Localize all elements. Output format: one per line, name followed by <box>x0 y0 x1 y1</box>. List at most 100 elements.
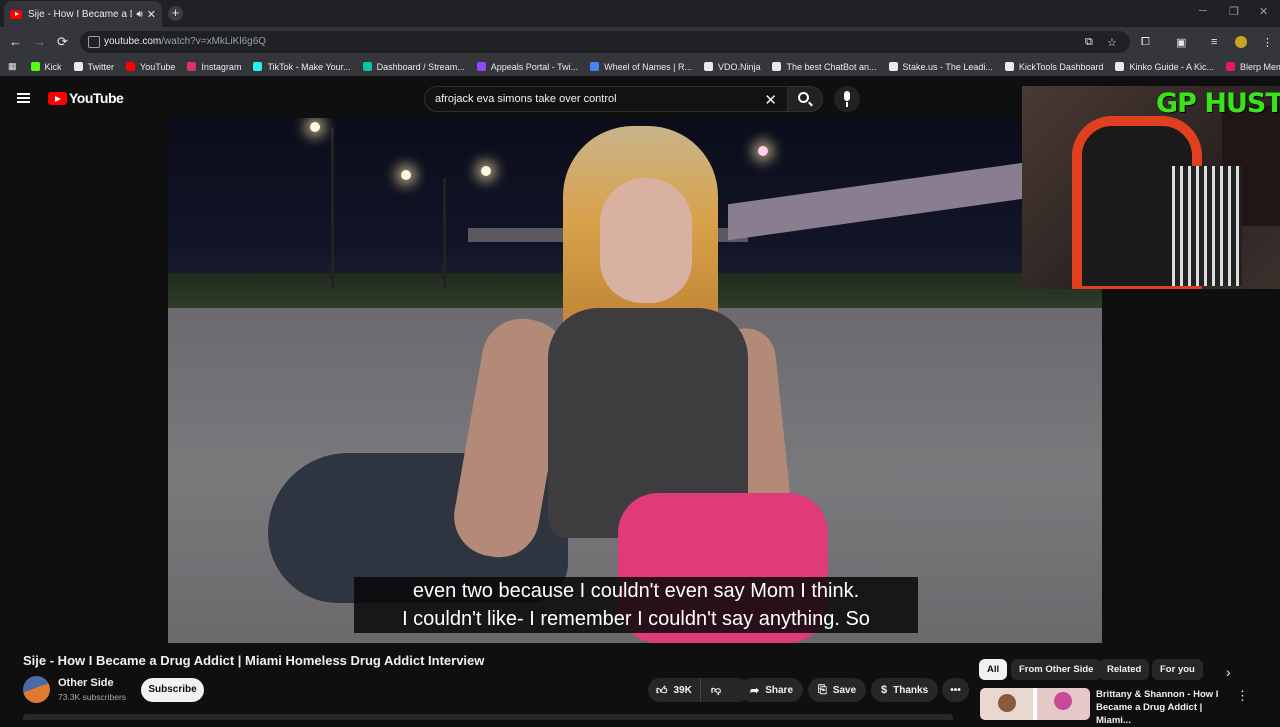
voice-search-icon[interactable] <box>834 86 860 112</box>
chip-from-channel[interactable]: From Other Side <box>1011 659 1102 680</box>
youtube-favicon-icon <box>10 9 22 19</box>
site-info-icon[interactable] <box>88 36 100 48</box>
more-actions-button[interactable]: ••• <box>942 678 969 702</box>
bookmark-item[interactable]: Wheel of Names | R... <box>590 62 692 72</box>
search-input[interactable]: afrojack eva simons take over control <box>435 93 617 105</box>
bookmark-item[interactable]: Kick <box>30 61 62 72</box>
media-control-icon[interactable]: ≡ <box>1211 36 1217 48</box>
apps-grid-icon[interactable]: ▦ <box>8 61 17 72</box>
recommended-video-title[interactable]: Brittany & Shannon - How I Became a Drug… <box>1096 688 1231 727</box>
street-lamp <box>401 170 411 180</box>
street-lamp <box>481 166 491 176</box>
bookmark-item[interactable]: Blerp Memes | Best... <box>1226 62 1280 72</box>
browser-toolbar: ← → ⟳ youtube.com/watch?v=xMkLiKl6g6Q ⧉ … <box>0 27 1280 57</box>
channel-name[interactable]: Other Side <box>58 677 114 689</box>
menu-icon[interactable] <box>17 93 30 103</box>
dislike-button[interactable]: 👎︎ <box>701 684 731 696</box>
share-button[interactable]: ➦ Share <box>740 678 804 702</box>
chip-for-you[interactable]: For you <box>1152 659 1203 680</box>
bookmark-item[interactable]: Instagram <box>187 62 241 72</box>
like-dislike-group: 👍︎ 39K 👎︎ <box>648 678 750 702</box>
chip-related[interactable]: Related <box>1099 659 1150 680</box>
description-panel-edge <box>23 714 953 720</box>
bookmark-favicon-icon <box>30 62 40 71</box>
bookmark-label: KickTools Dashboard <box>1018 61 1104 72</box>
tab-close-icon[interactable]: ✕ <box>147 8 156 21</box>
bookmark-label: Instagram <box>201 61 242 72</box>
bookmark-item[interactable]: The best ChatBot an... <box>772 62 877 72</box>
bookmark-label: Wheel of Names | R... <box>604 61 692 72</box>
bookmark-favicon-icon <box>703 62 713 71</box>
window-close-button[interactable]: ✕ <box>1259 5 1268 18</box>
thumbnail-face <box>998 694 1016 712</box>
url-text[interactable]: youtube.com/watch?v=xMkLiKl6g6Q <box>104 36 266 47</box>
bookmark-label: Kick <box>44 61 62 72</box>
bookmark-item[interactable]: YouTube <box>126 62 175 72</box>
url-path: /watch?v=xMkLiKl6g6Q <box>161 36 267 47</box>
striped-cloth <box>1172 166 1242 286</box>
like-count: 39K <box>673 684 692 696</box>
reload-button[interactable]: ⟳ <box>57 34 68 50</box>
thanks-button[interactable]: $ Thanks <box>871 678 939 702</box>
install-app-icon[interactable]: ⧉ <box>1085 36 1093 49</box>
chevron-right-icon[interactable]: › <box>1226 664 1231 680</box>
search-button[interactable] <box>787 86 823 112</box>
restore-button[interactable]: ❐ <box>1229 5 1239 18</box>
forward-button[interactable]: → <box>33 34 46 49</box>
new-tab-button[interactable]: + <box>168 6 183 21</box>
bookmark-star-icon[interactable]: ☆ <box>1107 36 1117 49</box>
thanks-label: Thanks <box>893 684 929 696</box>
address-bar[interactable]: youtube.com/watch?v=xMkLiKl6g6Q <box>80 31 1130 53</box>
bookmark-label: Stake.us - The Leadi... <box>902 61 993 72</box>
bookmark-item[interactable]: Appeals Portal - Twi... <box>476 62 578 72</box>
audio-playing-icon[interactable]: 🔊︎ <box>136 9 142 20</box>
search-box[interactable]: afrojack eva simons take over control ✕ <box>424 86 788 112</box>
street-lamp <box>758 146 768 156</box>
browser-tab[interactable]: Sije - How I Became a Drug 🔊︎ ✕ <box>4 1 162 27</box>
youtube-logo-text[interactable]: YouTube <box>69 90 124 106</box>
thanks-icon: $ <box>881 684 888 696</box>
bookmark-favicon-icon <box>73 62 83 71</box>
bookmark-label: Twitter <box>87 61 115 72</box>
youtube-logo-icon[interactable] <box>48 92 67 105</box>
minimize-button[interactable]: ─ <box>1199 5 1207 17</box>
bookmark-item[interactable]: Stake.us - The Leadi... <box>888 61 993 72</box>
person-face <box>600 178 692 303</box>
share-icon: ➦ <box>750 684 760 697</box>
clear-search-icon[interactable]: ✕ <box>764 91 777 109</box>
thumbs-down-icon: 👎︎ <box>710 685 722 696</box>
back-button[interactable]: ← <box>9 34 22 49</box>
profile-avatar[interactable] <box>1235 36 1247 48</box>
bookmark-favicon-icon <box>1226 62 1236 71</box>
bookmark-icon: ⎘ <box>818 683 827 696</box>
lamp-pole <box>443 178 446 288</box>
channel-avatar[interactable] <box>23 676 50 703</box>
bookmark-favicon-icon <box>1004 62 1014 71</box>
recommended-more-icon[interactable]: ⋮ <box>1236 688 1249 704</box>
bookmark-favicon-icon <box>590 62 600 71</box>
browser-menu-icon[interactable]: ⋮ <box>1262 36 1273 49</box>
tab-search-icon[interactable]: ▣ <box>1176 36 1186 49</box>
lamp-pole <box>331 128 334 288</box>
stream-overlay-label: GP HUSTLA <box>1156 88 1280 119</box>
bookmark-label: YouTube <box>140 61 176 72</box>
bookmark-item[interactable]: VDO.Ninja <box>703 61 761 72</box>
save-button[interactable]: ⎘ Save <box>808 678 867 702</box>
bookmark-item[interactable]: TikTok - Make Your... <box>253 62 351 72</box>
bookmark-favicon-icon <box>772 62 782 71</box>
bookmarks-bar: ▦ Kick Twitter YouTube Instagram TikTok - Ma… <box>0 57 1280 76</box>
bookmark-item[interactable]: Dashboard / Stream... <box>362 62 465 72</box>
bookmark-item[interactable]: Kinko Guide - A Kic... <box>1115 62 1214 72</box>
recommended-video-thumbnail[interactable] <box>980 688 1090 720</box>
chip-all[interactable]: All <box>979 659 1008 680</box>
bookmark-item[interactable]: Twitter <box>73 61 115 72</box>
extensions-icon[interactable]: ⧠ <box>1141 36 1150 49</box>
video-player[interactable]: even two because I couldn't even say Mom… <box>168 118 1102 643</box>
subscribe-button[interactable]: Subscribe <box>141 678 204 702</box>
tab-title: Sije - How I Became a Drug <box>28 8 132 20</box>
bookmark-item[interactable]: KickTools Dashboard <box>1004 61 1104 72</box>
bookmark-favicon-icon <box>362 62 372 71</box>
bookmark-label: VDO.Ninja <box>717 61 761 72</box>
street-lamp <box>310 122 320 132</box>
like-button[interactable]: 👍︎ 39K <box>648 678 701 702</box>
